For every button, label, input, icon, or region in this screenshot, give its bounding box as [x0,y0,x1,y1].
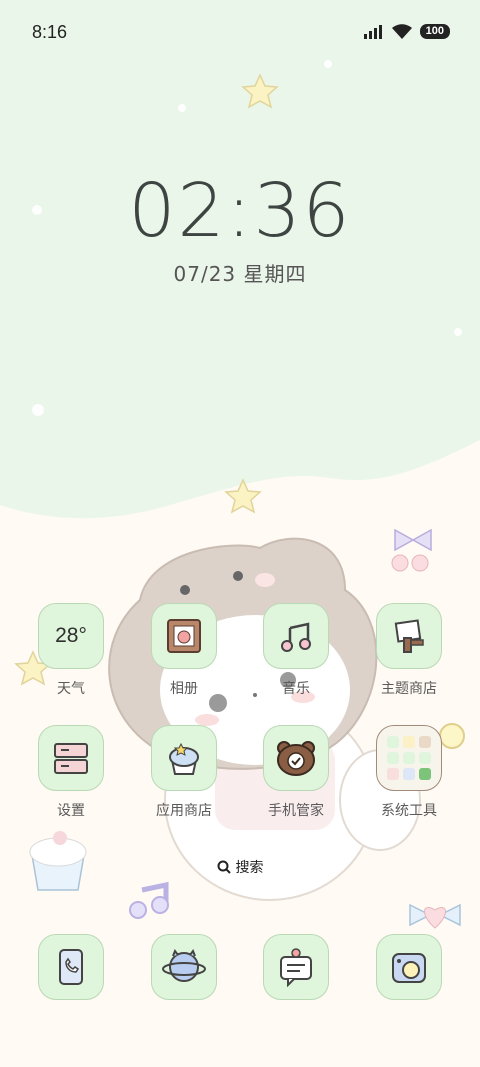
app-label: 相册 [170,681,198,697]
wallpaper-illustration [0,60,480,1067]
search-icon [217,860,231,874]
drawer-icon [54,743,88,774]
weather-temperature: 28° [55,624,87,647]
message-icon [280,948,312,987]
weather-widget[interactable]: 28° [38,603,104,669]
app-label: 系统工具 [381,803,437,819]
phone-icon [59,949,83,985]
app-gallery[interactable]: 相册 [134,603,234,698]
app-theme-store[interactable]: 主题商店 [359,603,459,698]
cupcake-icon [169,742,199,775]
status-time: 8:16 [32,22,68,42]
music-note-icon [281,622,311,652]
search-label: 搜索 [235,860,264,876]
app-system-tools-tile[interactable] [376,725,442,791]
app-app-store[interactable]: 应用商店 [134,725,234,820]
app-music[interactable]: 音乐 [246,603,346,698]
bear-shield-icon [277,741,315,776]
dock-phone-tile[interactable] [38,934,104,1000]
signal-icon [363,24,382,39]
paint-brush-icon [394,619,424,653]
app-app-store-tile[interactable] [151,725,217,791]
app-label: 手机管家 [268,803,324,819]
battery-indicator: 100 [419,24,450,39]
dock-phone[interactable] [21,934,121,1000]
dock-camera-tile[interactable] [376,934,442,1000]
camera-icon [392,953,426,983]
planet-icon [162,948,206,982]
dock-camera[interactable] [359,934,459,1000]
dock-messages-tile[interactable] [263,934,329,1000]
app-label: 应用商店 [156,803,212,819]
app-label: 天气 [57,681,85,697]
app-settings[interactable]: 设置 [21,725,121,820]
app-label: 主题商店 [381,681,437,697]
app-theme-store-tile[interactable] [376,603,442,669]
dock-browser-tile[interactable] [151,934,217,1000]
wifi-icon [391,24,412,39]
app-gallery-tile[interactable] [151,603,217,669]
app-phone-manager[interactable]: 手机管家 [246,725,346,820]
folder-grid-icon [387,736,431,780]
lockscreen-clock: 02:36 [128,168,352,254]
app-music-tile[interactable] [263,603,329,669]
app-label: 设置 [57,803,85,819]
app-label: 音乐 [282,681,310,697]
search-button[interactable]: 搜索 [204,850,276,884]
status-icons: 100 [363,24,450,39]
dock-browser[interactable] [134,934,234,1000]
app-weather[interactable]: 28° 天气 [21,603,121,698]
photo-frame-icon [167,619,201,653]
app-system-tools-folder[interactable]: 系统工具 [359,725,459,820]
app-settings-tile[interactable] [38,725,104,791]
status-bar: 8:16 100 [0,0,480,60]
dock-messages[interactable] [246,934,346,1000]
lockscreen-date: 07/23 星期四 [173,262,307,286]
app-phone-manager-tile[interactable] [263,725,329,791]
